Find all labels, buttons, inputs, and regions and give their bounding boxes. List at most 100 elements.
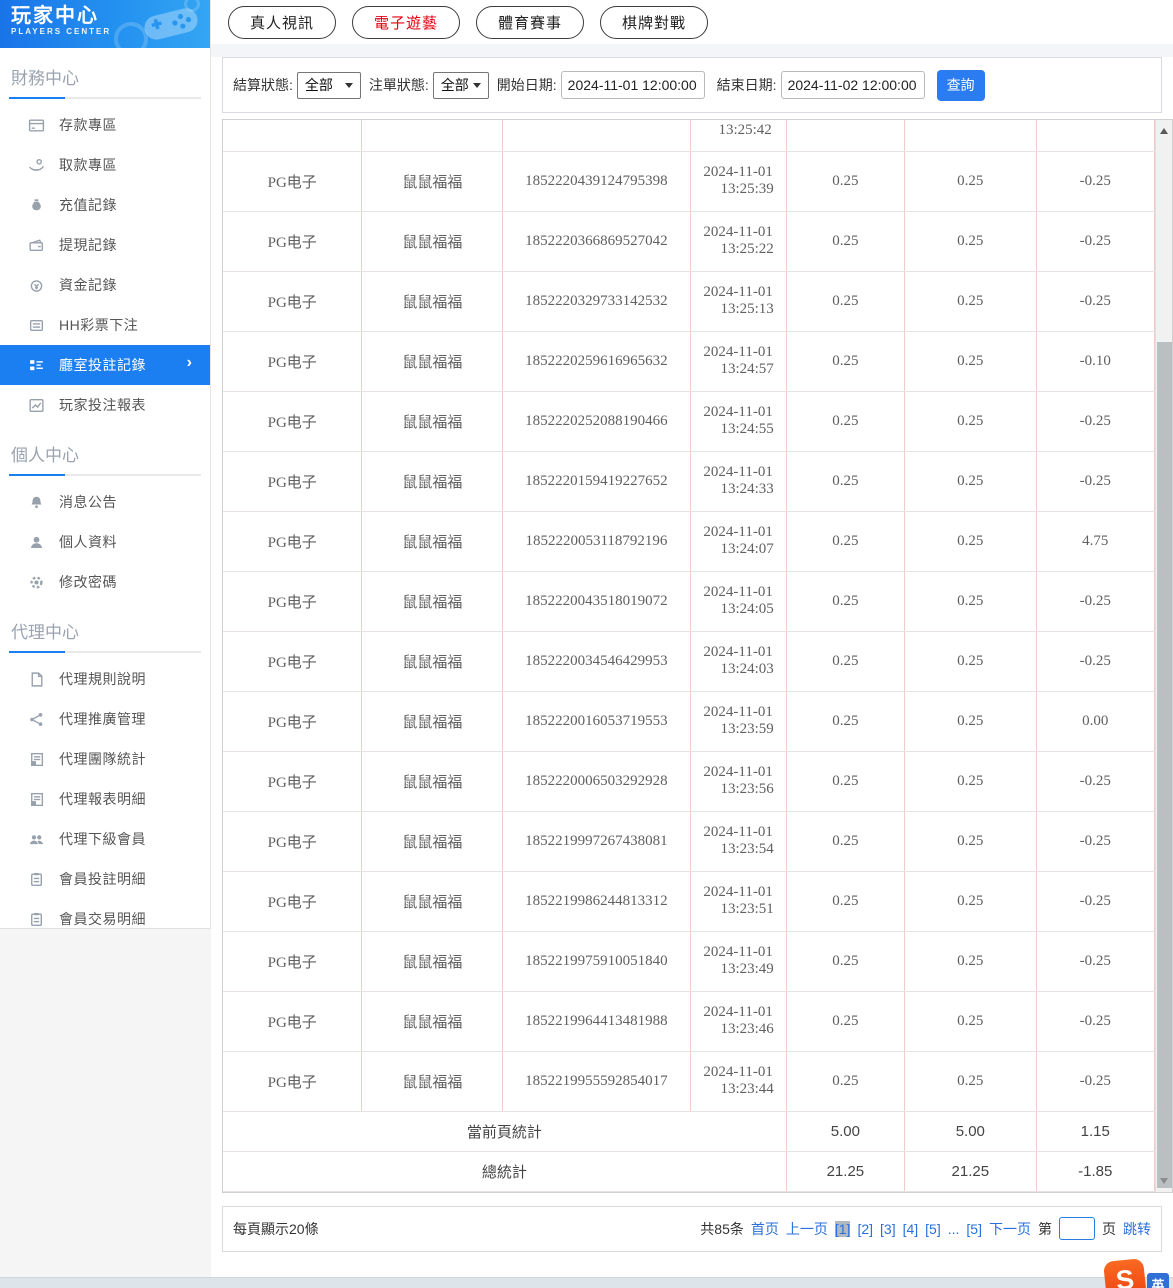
sidebar-item-withdraw-records[interactable]: 提現記錄: [0, 225, 210, 265]
sidebar-item-recharge-records[interactable]: 充值記錄: [0, 185, 210, 225]
section-divider: [9, 474, 201, 476]
page-link[interactable]: [5]: [966, 1221, 982, 1237]
cell-bet: 0.25: [786, 691, 904, 751]
cell-time: 13:23:59: [695, 721, 782, 738]
scrollbar-thumb[interactable]: [1157, 342, 1172, 1188]
clipboard-icon: [28, 911, 45, 928]
total-summary-bet: 21.25: [786, 1151, 904, 1191]
sidebar-item-change-password[interactable]: 修改密碼: [0, 562, 210, 602]
order-status-select[interactable]: 全部: [433, 72, 489, 99]
cell-profit: -0.25: [1036, 991, 1154, 1051]
prev-page-link[interactable]: 上一页: [786, 1219, 828, 1239]
cell-profit: [1036, 120, 1154, 151]
cell-provider: PG电子: [223, 211, 362, 271]
sidebar-item-label: 資金記錄: [59, 275, 117, 295]
per-page-label: 每頁顯示20條: [233, 1219, 319, 1239]
page-link[interactable]: [1]: [835, 1221, 851, 1237]
sidebar-item-fund-records[interactable]: 資金記錄: [0, 265, 210, 305]
page-link[interactable]: ...: [948, 1221, 960, 1237]
game-category-tabs: 真人視訊 電子遊藝 體育賽事 棋牌對戰: [211, 0, 1173, 44]
cell-game: 鼠鼠福福: [362, 631, 503, 691]
vertical-scrollbar[interactable]: [1155, 120, 1172, 1192]
cell-date: 2024-11-01: [695, 464, 782, 481]
jump-suffix-label: 页: [1102, 1219, 1116, 1239]
scrollbar-up-icon[interactable]: [1160, 128, 1168, 134]
bet-records-table-container: 13:25:42 PG电子 鼠鼠福福 1852220439124795398 2…: [222, 119, 1173, 1193]
scrollbar-down-icon[interactable]: [1160, 1178, 1168, 1184]
page-link[interactable]: [4]: [903, 1221, 919, 1237]
table-row: PG电子 鼠鼠福福 1852220159419227652 2024-11-01…: [223, 451, 1155, 511]
cell-datetime: 2024-11-0113:25:22: [690, 211, 786, 271]
cell-order: [503, 120, 690, 151]
page-link[interactable]: [5]: [925, 1221, 941, 1237]
sidebar-item-agent-team-stats[interactable]: 代理團隊統計: [0, 739, 210, 779]
start-date-input[interactable]: [561, 71, 705, 99]
sidebar-item-agent-promotion[interactable]: 代理推廣管理: [0, 699, 210, 739]
cell-provider: PG电子: [223, 571, 362, 631]
first-page-link[interactable]: 首页: [751, 1219, 779, 1239]
share-icon: [28, 711, 45, 728]
sidebar-item-deposit[interactable]: 存款專區: [0, 105, 210, 145]
sidebar-item-member-bet-details[interactable]: 會員投註明細: [0, 859, 210, 899]
cell-valid: 0.25: [905, 751, 1036, 811]
sidebar-item-profile[interactable]: 個人資料: [0, 522, 210, 562]
cell-profit: -0.25: [1036, 391, 1154, 451]
cell-valid: 0.25: [905, 511, 1036, 571]
table-row: PG电子 鼠鼠福福 1852219975910051840 2024-11-01…: [223, 931, 1155, 991]
sidebar-item-agent-report-details[interactable]: 代理報表明細: [0, 779, 210, 819]
page-link[interactable]: [2]: [857, 1221, 873, 1237]
sidebar-item-withdraw[interactable]: 取款專區: [0, 145, 210, 185]
page-jump-input[interactable]: [1059, 1217, 1095, 1240]
ime-language-indicator[interactable]: 英: [1147, 1273, 1169, 1288]
game-category-tab[interactable]: 棋牌對戰: [600, 6, 708, 39]
sidebar-item-room-bet-records[interactable]: 廳室投註記錄 ›: [0, 345, 210, 385]
sidebar-item-agent-rules[interactable]: 代理規則說明: [0, 659, 210, 699]
game-category-tab[interactable]: 真人視訊: [228, 6, 336, 39]
pagination-controls: 共85条 首页 上一页 [1][2][3][4][5]...[5] 下一页 第 …: [700, 1217, 1151, 1240]
sidebar-item-player-bet-report[interactable]: 玩家投注報表: [0, 385, 210, 425]
cell-profit: 4.75: [1036, 511, 1154, 571]
cell-game: 鼠鼠福福: [362, 151, 503, 211]
cell-provider: PG电子: [223, 1051, 362, 1111]
cell-provider: PG电子: [223, 871, 362, 931]
cell-time: 13:24:55: [695, 421, 782, 438]
table-row: PG电子 鼠鼠福福 1852219986244813312 2024-11-01…: [223, 871, 1155, 931]
cell-date: 2024-11-01: [695, 164, 782, 181]
sidebar-item-agent-downline-members[interactable]: 代理下級會員: [0, 819, 210, 859]
room-records-icon: [28, 357, 45, 374]
cell-profit: -0.25: [1036, 451, 1154, 511]
content-area: 結算狀態: 全部 注單狀態: 全部 開始日期: 結束日期: 查詢: [211, 57, 1173, 1252]
money-bag-icon: [28, 197, 45, 214]
end-date-input[interactable]: [781, 71, 925, 99]
ime-sogou-icon[interactable]: S: [1103, 1258, 1147, 1288]
cell-bet: 0.25: [786, 331, 904, 391]
chevron-down-icon: [473, 83, 481, 88]
cell-time: 13:23:56: [695, 781, 782, 798]
cell-valid: 0.25: [905, 331, 1036, 391]
cell-order: 1852220329733142532: [503, 271, 690, 331]
app-logo: 玩家中心 PLAYERS CENTER: [0, 0, 210, 48]
table-row: PG电子 鼠鼠福福 1852219964413481988 2024-11-01…: [223, 991, 1155, 1051]
sidebar-item-lottery-bets[interactable]: HH彩票下注: [0, 305, 210, 345]
wallet-icon: [28, 237, 45, 254]
gear-icon: [28, 574, 45, 591]
sidebar-item-announcements[interactable]: 消息公告: [0, 482, 210, 522]
cell-datetime: 2024-11-0113:23:46: [690, 991, 786, 1051]
sidebar-item-label: 個人資料: [59, 532, 117, 552]
section-title-agent: 代理中心: [11, 618, 210, 643]
game-category-tab[interactable]: 電子遊藝: [352, 6, 460, 39]
cell-bet: 0.25: [786, 151, 904, 211]
page-link[interactable]: [3]: [880, 1221, 896, 1237]
settle-status-label: 結算狀態:: [233, 75, 293, 95]
cell-game: 鼠鼠福福: [362, 811, 503, 871]
next-page-link[interactable]: 下一页: [989, 1219, 1031, 1239]
game-category-tab[interactable]: 體育賽事: [476, 6, 584, 39]
settle-status-select[interactable]: 全部: [297, 72, 361, 99]
cell-valid: 0.25: [905, 391, 1036, 451]
settle-status-value: 全部: [305, 75, 333, 95]
chart-icon: [28, 397, 45, 414]
search-button[interactable]: 查詢: [937, 70, 985, 101]
sidebar-item-member-transaction-details[interactable]: 會員交易明細: [0, 899, 210, 929]
jump-button[interactable]: 跳转: [1123, 1219, 1151, 1239]
table-body: 13:25:42 PG电子 鼠鼠福福 1852220439124795398 2…: [223, 120, 1155, 1191]
